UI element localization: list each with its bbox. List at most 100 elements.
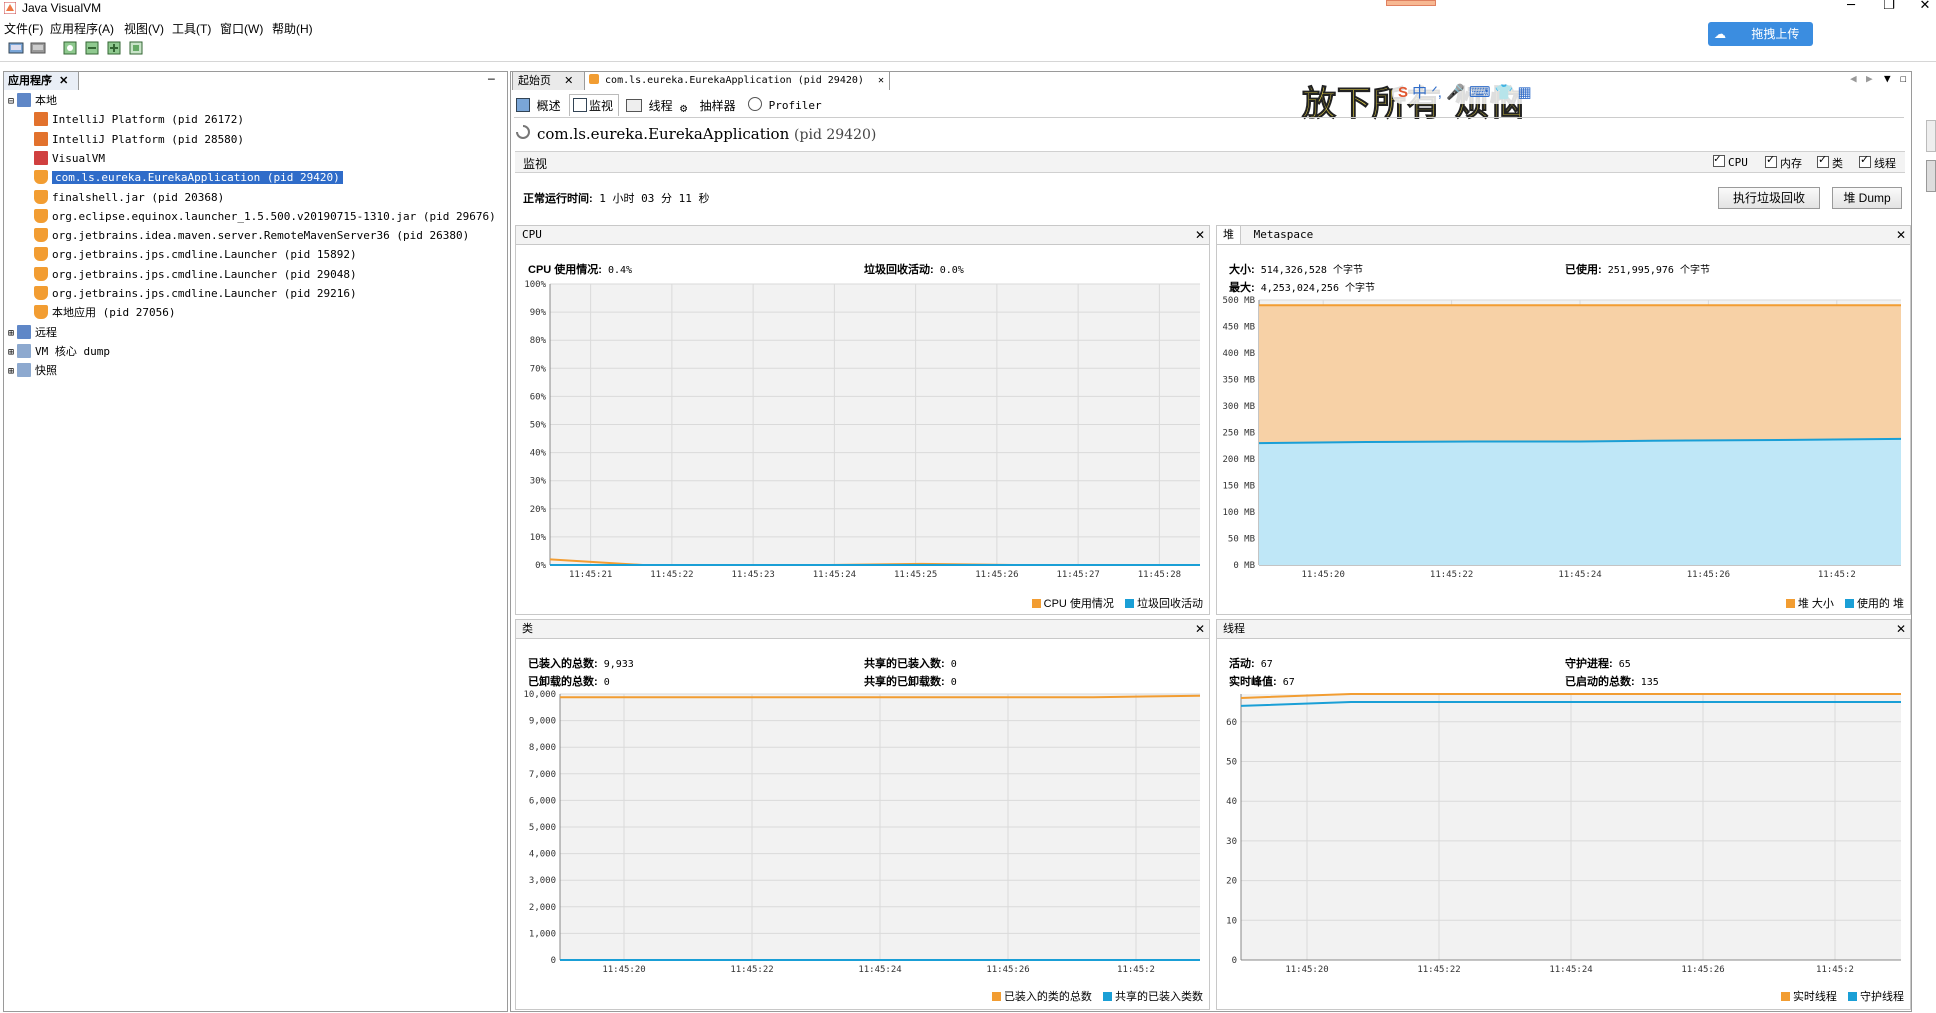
legend-gc-activity: 垃圾回收活动 bbox=[1137, 598, 1203, 610]
expand-icon[interactable]: ⊞ bbox=[8, 328, 14, 339]
heap-dump-icon[interactable] bbox=[62, 40, 78, 56]
tree-item[interactable]: org.jetbrains.idea.maven.server.RemoteMa… bbox=[34, 227, 469, 245]
tab-overview-label: 概述 bbox=[536, 99, 561, 113]
close-icon[interactable]: ✕ bbox=[1195, 226, 1205, 244]
y-tick-label: 0 bbox=[1232, 956, 1237, 966]
classes-panel-title: 类 bbox=[522, 623, 533, 635]
tree-item[interactable]: org.eclipse.equinox.launcher_1.5.500.v20… bbox=[34, 208, 496, 226]
expand-icon[interactable]: ⊞ bbox=[8, 347, 14, 358]
tree-item[interactable]: finalshell.jar (pid 20368) bbox=[34, 189, 224, 207]
tree-item[interactable]: IntelliJ Platform (pid 28580) bbox=[34, 131, 244, 149]
tree-item[interactable]: VisualVM bbox=[34, 150, 105, 168]
y-tick-label: 150 MB bbox=[1222, 482, 1255, 492]
java-icon bbox=[34, 208, 48, 223]
add-remote-icon[interactable] bbox=[30, 40, 46, 56]
tab-scroll-left-icon[interactable]: ◀ bbox=[1850, 72, 1857, 85]
tree-item-label: VM 核心 dump bbox=[35, 344, 111, 358]
checkbox-classes[interactable]: 类 bbox=[1817, 153, 1843, 171]
close-icon[interactable]: ✕ bbox=[564, 75, 573, 87]
x-tick-label: 11:45:23 bbox=[731, 570, 774, 580]
close-icon[interactable]: ✕ bbox=[59, 75, 68, 87]
snapshot-icon[interactable] bbox=[106, 40, 122, 56]
shared-unloaded-stat: 共享的已卸载数: 0 bbox=[864, 676, 957, 688]
tree-item[interactable]: ⊞ 快照 bbox=[8, 362, 57, 380]
close-icon[interactable]: ✕ bbox=[878, 75, 884, 86]
menu-file[interactable]: 文件(F) bbox=[4, 20, 43, 37]
classes-chart: 10,000 9,000 8,000 7,000 6,000 5,000 4,000 3,00… bbox=[523, 690, 1201, 975]
tree-item[interactable]: com.ls.eureka.EurekaApplication (pid 294… bbox=[34, 169, 343, 187]
monitor-section-title: 监视 bbox=[523, 157, 548, 171]
compare-icon[interactable] bbox=[128, 40, 144, 56]
y-tick-label: 90% bbox=[530, 308, 547, 318]
close-button[interactable]: ✕ bbox=[1910, 0, 1936, 14]
snapshot-icon bbox=[17, 363, 32, 378]
menu-application[interactable]: 应用程序(A) bbox=[50, 20, 114, 37]
close-icon[interactable]: ✕ bbox=[1896, 620, 1906, 638]
add-jmx-icon[interactable] bbox=[8, 40, 24, 56]
tree-item[interactable]: ⊞ VM 核心 dump bbox=[8, 343, 110, 361]
tab-eureka-application[interactable]: com.ls.eureka.EurekaApplication (pid 294… bbox=[584, 71, 890, 90]
maximize-icon[interactable]: ☐ bbox=[1900, 72, 1907, 85]
tab-monitor[interactable]: 监视 bbox=[569, 94, 619, 116]
expand-icon[interactable]: ⊞ bbox=[8, 366, 14, 377]
applications-tab[interactable]: 应用程序 ✕ bbox=[3, 71, 79, 90]
menu-help[interactable]: 帮助(H) bbox=[272, 20, 313, 37]
uptime-label: 正常运行时间: bbox=[523, 193, 593, 205]
checkbox-cpu[interactable]: CPU bbox=[1713, 152, 1748, 169]
tree-item[interactable]: ⊟ 本地 bbox=[8, 92, 57, 110]
tree-item[interactable]: org.jetbrains.jps.cmdline.Launcher (pid … bbox=[34, 246, 357, 264]
visualvm-icon bbox=[34, 150, 48, 165]
checkbox-memory[interactable]: 内存 bbox=[1765, 153, 1802, 171]
tab-list-icon[interactable]: ▼ bbox=[1884, 72, 1891, 85]
legend-heap-size: 堆 大小 bbox=[1797, 598, 1834, 610]
close-icon[interactable]: ✕ bbox=[1896, 226, 1906, 244]
tree-item[interactable]: org.jetbrains.jps.cmdline.Launcher (pid … bbox=[34, 285, 357, 303]
perform-gc-button[interactable]: 执行垃圾回收 bbox=[1718, 187, 1820, 209]
minimize-button[interactable]: ─ bbox=[1836, 0, 1866, 14]
close-icon[interactable]: ✕ bbox=[1195, 620, 1205, 638]
legend-daemon-threads: 守护线程 bbox=[1860, 991, 1904, 1003]
applications-tab-label: 应用程序 bbox=[8, 75, 52, 87]
side-scroll-handle[interactable] bbox=[1926, 120, 1936, 152]
heap-panel: 堆 Metaspace ✕ 大小: 514,326,528 个字节 已使用: 2… bbox=[1216, 225, 1911, 615]
uptime: 正常运行时间: 1 小时 03 分 11 秒 bbox=[523, 190, 710, 206]
x-tick-label: 11:45:26 bbox=[986, 965, 1029, 975]
heap-dump-button[interactable]: 堆 Dump bbox=[1832, 187, 1902, 209]
y-tick-label: 10,000 bbox=[523, 690, 556, 700]
x-tick-label: 11:45:22 bbox=[650, 570, 693, 580]
tab-start-page[interactable]: 起始页 ✕ bbox=[512, 71, 587, 90]
x-tick-label: 11:45:22 bbox=[1417, 965, 1460, 975]
tree-item[interactable]: org.jetbrains.jps.cmdline.Launcher (pid … bbox=[34, 266, 357, 284]
maximize-button[interactable]: ❐ bbox=[1874, 0, 1904, 14]
x-tick-label: 11:45:26 bbox=[1687, 570, 1730, 580]
tab-metaspace[interactable]: Metaspace bbox=[1254, 228, 1314, 241]
menu-tools[interactable]: 工具(T) bbox=[172, 20, 211, 37]
tab-overview[interactable]: 概述 bbox=[516, 97, 561, 114]
monitor-section-header: 监视 CPU 内存 类 线程 bbox=[515, 151, 1905, 173]
side-scroll-handle[interactable] bbox=[1926, 160, 1936, 192]
thread-dump-icon[interactable] bbox=[84, 40, 100, 56]
tree-item[interactable]: 本地应用 (pid 27056) bbox=[34, 304, 175, 322]
java-icon bbox=[34, 266, 48, 281]
tree-item[interactable]: ⊞ 远程 bbox=[8, 324, 57, 342]
tab-scroll-right-icon[interactable]: ▶ bbox=[1866, 72, 1873, 85]
remote-icon bbox=[17, 324, 32, 339]
menu-window[interactable]: 窗口(W) bbox=[220, 20, 263, 37]
tab-sampler[interactable]: ⚙ 抽样器 bbox=[680, 97, 736, 114]
x-tick-label: 11:45:21 bbox=[569, 570, 612, 580]
y-tick-label: 1,000 bbox=[529, 929, 556, 939]
minimize-panel-button[interactable]: ─ bbox=[488, 73, 495, 86]
tab-monitor-label: 监视 bbox=[589, 99, 614, 113]
x-tick-label: 11:45:22 bbox=[730, 965, 773, 975]
classes-unloaded-stat: 已卸载的总数: 0 bbox=[528, 676, 610, 688]
cloud-icon: ☁ bbox=[1714, 27, 1726, 41]
tree-item[interactable]: IntelliJ Platform (pid 26172) bbox=[34, 111, 244, 129]
upload-widget[interactable]: ☁ 拖拽上传 bbox=[1708, 22, 1813, 46]
tab-profiler[interactable]: Profiler bbox=[748, 97, 822, 112]
collapse-icon[interactable]: ⊟ bbox=[8, 96, 14, 107]
tab-threads[interactable]: 线程 bbox=[626, 97, 673, 114]
checkbox-threads[interactable]: 线程 bbox=[1859, 153, 1896, 171]
overview-icon bbox=[516, 98, 530, 112]
tab-heap[interactable]: 堆 bbox=[1217, 226, 1241, 244]
menu-view[interactable]: 视图(V) bbox=[124, 20, 164, 37]
